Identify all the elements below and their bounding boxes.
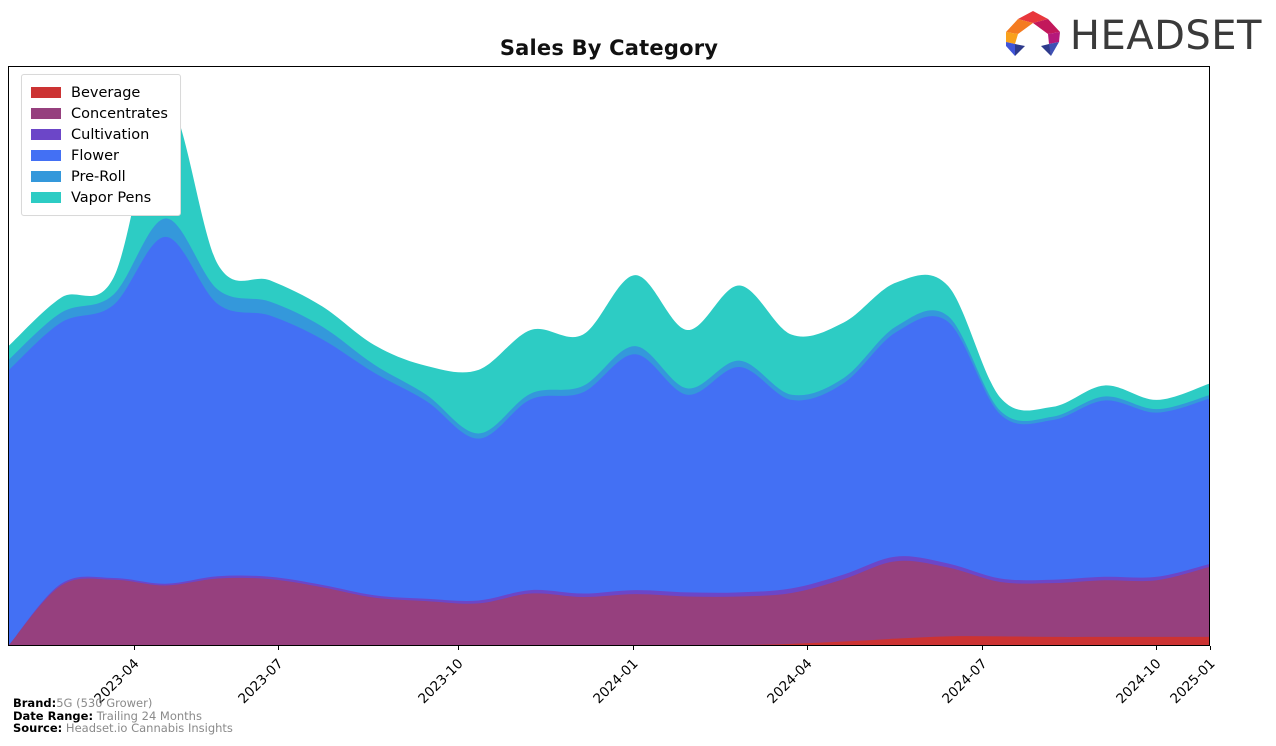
- chart-footer: Brand:5G (530 Grower) Date Range: Traili…: [13, 697, 233, 735]
- plot-area: Beverage Concentrates Cultivation Flower…: [8, 66, 1210, 646]
- x-tick-mark: [633, 646, 635, 650]
- legend-swatch-flower: [31, 150, 61, 161]
- x-tick-label: 2024-07: [938, 655, 991, 708]
- x-tick-mark: [457, 646, 459, 650]
- legend-label-concentrates: Concentrates: [71, 105, 168, 122]
- headset-logo-icon: [1002, 10, 1064, 62]
- legend-swatch-beverage: [31, 87, 61, 98]
- footer-row-source: Source: Headset.io Cannabis Insights: [13, 722, 233, 735]
- x-tick-label: 2025-01: [1167, 655, 1219, 708]
- x-tick-mark: [1210, 646, 1211, 650]
- legend-label-cultivation: Cultivation: [71, 126, 150, 143]
- legend-label-beverage: Beverage: [71, 84, 141, 101]
- x-tick-mark: [981, 646, 983, 650]
- area-series-group: [9, 99, 1209, 645]
- x-tick-label: 2024-04: [764, 655, 816, 708]
- x-tick-label: 2023-10: [414, 655, 467, 708]
- x-tick-mark: [278, 646, 280, 650]
- brand-wordmark: HEADSET: [1069, 13, 1262, 59]
- legend-label-pre-roll: Pre-Roll: [71, 168, 126, 185]
- legend-item[interactable]: Cultivation: [31, 124, 168, 145]
- x-tick-mark: [1155, 646, 1157, 650]
- legend-label-vapor-pens: Vapor Pens: [71, 189, 152, 206]
- legend-swatch-cultivation: [31, 129, 61, 140]
- stacked-area-chart: [9, 99, 1209, 645]
- x-tick-mark: [134, 646, 136, 650]
- footer-key-source: Source:: [13, 721, 63, 736]
- chart-page: Sales By Category HEADSET Beverage Conce…: [0, 0, 1276, 746]
- legend-swatch-concentrates: [31, 108, 61, 119]
- chart-legend: Beverage Concentrates Cultivation Flower…: [21, 74, 181, 216]
- legend-item[interactable]: Flower: [31, 145, 168, 166]
- x-tick-mark: [807, 646, 809, 650]
- brand-logo: HEADSET: [1002, 11, 1262, 61]
- legend-item[interactable]: Vapor Pens: [31, 187, 168, 208]
- legend-swatch-vapor-pens: [31, 192, 61, 203]
- x-tick-label: 2024-01: [590, 655, 642, 708]
- footer-value-source: Headset.io Cannabis Insights: [65, 721, 233, 736]
- legend-label-flower: Flower: [71, 147, 119, 164]
- x-tick-label: 2024-10: [1113, 655, 1165, 708]
- legend-item[interactable]: Pre-Roll: [31, 166, 168, 187]
- legend-swatch-pre-roll: [31, 171, 61, 182]
- legend-item[interactable]: Concentrates: [31, 103, 168, 124]
- legend-item[interactable]: Beverage: [31, 82, 168, 103]
- x-tick-label: 2023-07: [235, 655, 287, 708]
